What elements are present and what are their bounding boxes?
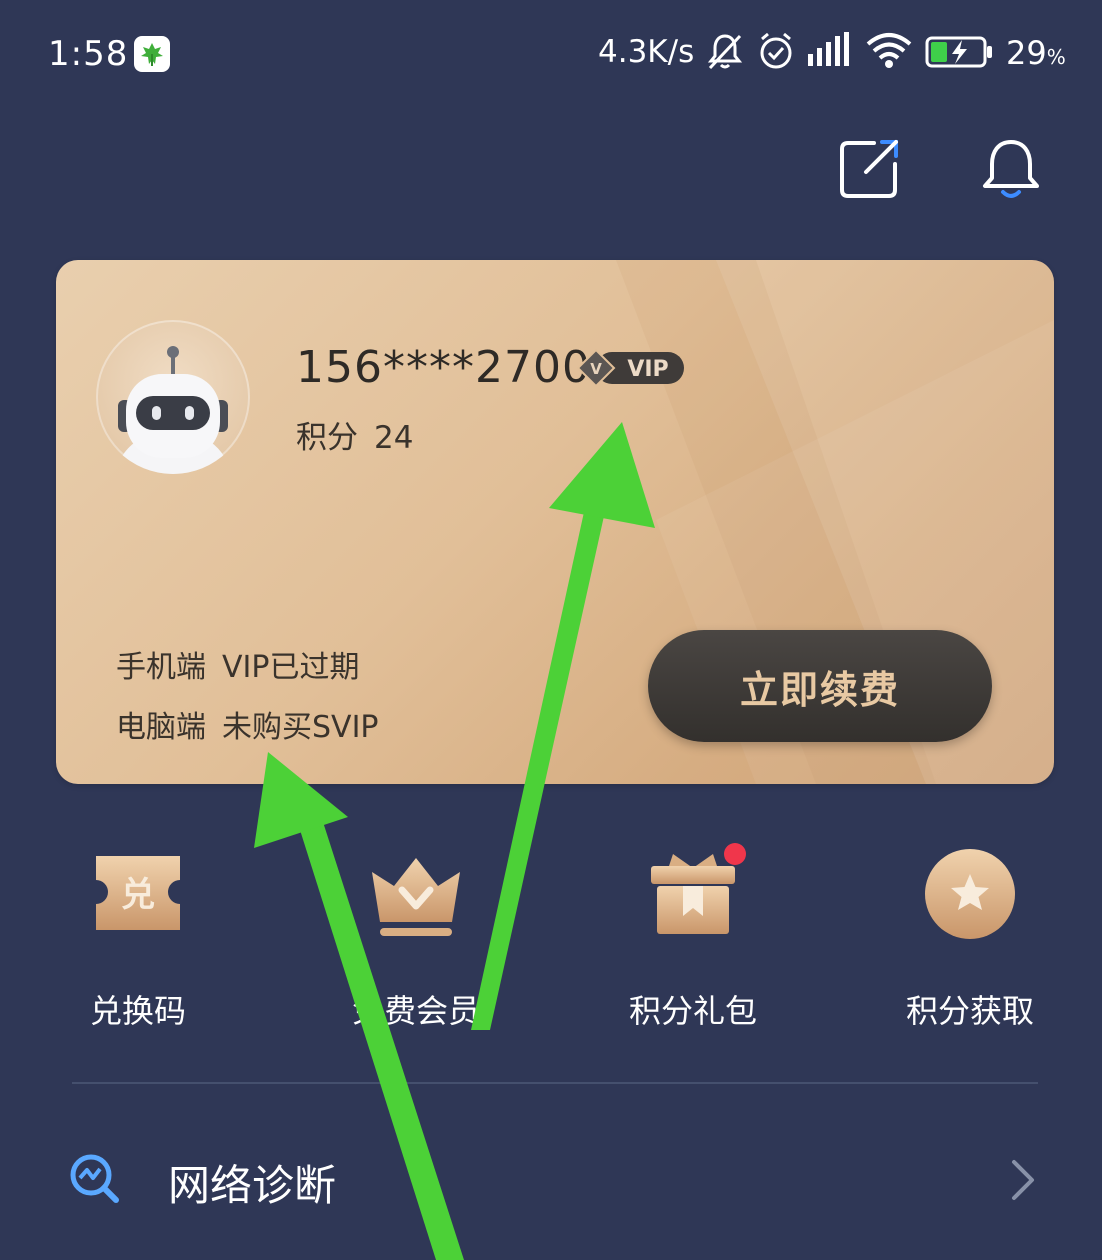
- battery-charging-icon: [925, 36, 992, 68]
- battery-percent: 29%: [1006, 34, 1066, 72]
- alarm-icon: [760, 32, 792, 69]
- quick-action-label: 兑换码: [89, 992, 186, 1030]
- section-divider: [72, 1082, 1038, 1084]
- star-coin-icon: [925, 849, 1015, 939]
- points-label: 积分: [296, 420, 358, 456]
- network-speed: 4.3K/s: [598, 34, 695, 70]
- mobile-vip-status: 手机端 VIP已过期: [116, 642, 359, 686]
- pc-status-text: 未购买SVIP: [222, 710, 379, 745]
- renew-button[interactable]: 立即续费: [648, 630, 992, 742]
- chevron-right-icon: [1012, 1160, 1034, 1200]
- network-diagnosis-label: 网络诊断: [168, 1161, 337, 1210]
- status-time: 1:58: [48, 34, 129, 74]
- mobile-status-text: VIP已过期: [222, 650, 360, 685]
- quick-action-redeem-code[interactable]: 兑 兑换码: [48, 846, 228, 1032]
- quick-action-label: 积分礼包: [628, 992, 757, 1030]
- avatar[interactable]: [96, 320, 250, 474]
- crown-icon: [372, 858, 460, 936]
- wifi-icon: [866, 33, 912, 68]
- menu-item-network-diagnosis[interactable]: 网络诊断: [0, 1130, 1102, 1230]
- quick-action-label: 免费会员: [351, 992, 480, 1030]
- robot-avatar-icon: [115, 346, 231, 474]
- mute-bell-icon: [707, 34, 743, 70]
- quick-action-points-gift[interactable]: 积分礼包: [603, 846, 783, 1032]
- redeem-ticket-icon: 兑: [96, 856, 180, 930]
- points-value: 24: [374, 420, 414, 456]
- svg-text:兑: 兑: [121, 875, 155, 915]
- svg-text:V: V: [590, 360, 602, 378]
- quick-action-free-membership[interactable]: 免费会员: [326, 846, 506, 1032]
- quick-action-earn-points[interactable]: 积分获取: [880, 846, 1060, 1032]
- notification-dot: [724, 843, 746, 865]
- svg-text:VIP: VIP: [627, 357, 668, 382]
- vip-badge: V VIP: [576, 348, 684, 388]
- vip-card: 156****2700 V VIP 积分 24 手机端 VIP已过期 电脑端 未购买S…: [56, 260, 1054, 784]
- signal-icon: [808, 32, 849, 66]
- edit-share-icon[interactable]: [836, 136, 902, 202]
- mobile-label: 手机端: [116, 650, 206, 685]
- notification-bell-icon[interactable]: [978, 136, 1044, 202]
- user-phone-number: 156****2700: [296, 342, 591, 393]
- status-bar: 1:58 4.3K/s 29%: [0, 0, 1102, 100]
- network-diagnosis-icon: [70, 1154, 119, 1203]
- pc-svip-status: 电脑端 未购买SVIP: [116, 702, 379, 746]
- quick-action-label: 积分获取: [905, 992, 1034, 1030]
- points-row: 积分 24: [296, 412, 413, 457]
- app-leaf-icon: [134, 36, 170, 72]
- pc-label: 电脑端: [116, 710, 206, 745]
